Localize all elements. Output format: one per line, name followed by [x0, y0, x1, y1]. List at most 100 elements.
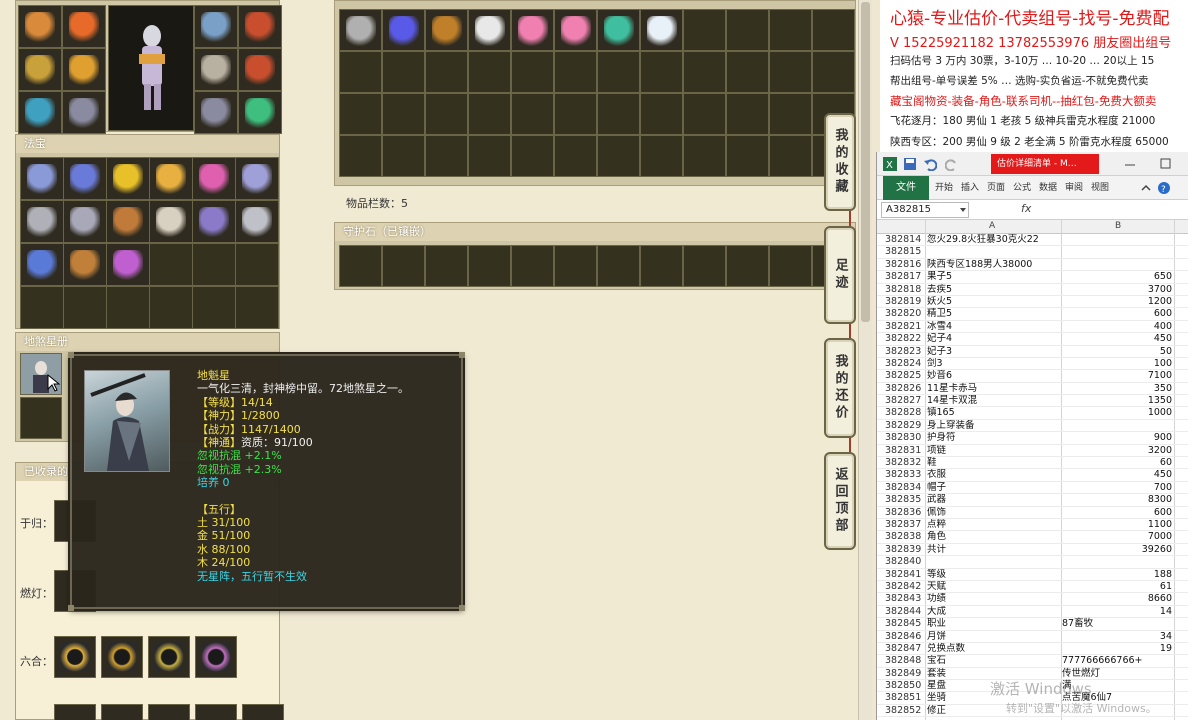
cell-b[interactable]: 87畜牧 — [1062, 618, 1172, 630]
row-number[interactable]: 382835 — [885, 494, 925, 506]
bag-slot[interactable] — [511, 9, 554, 51]
name-box[interactable]: A382815 — [881, 202, 969, 218]
cell-a[interactable]: 共计 — [927, 544, 1061, 556]
tab-my-collection[interactable]: 我的收藏 — [824, 113, 856, 211]
fabao-slot[interactable] — [63, 200, 107, 243]
cell-b[interactable]: 600 — [1062, 507, 1172, 519]
tab-formulas[interactable]: 公式 — [1013, 176, 1031, 200]
cell-a[interactable]: 14星卡双混 — [927, 395, 1061, 407]
liuhe-item-2[interactable] — [101, 636, 143, 678]
cell-a[interactable]: 鞋 — [927, 457, 1061, 469]
bag-slot[interactable] — [468, 9, 511, 51]
cell-b[interactable]: 19 — [1062, 643, 1172, 655]
bottom-item-3[interactable] — [148, 704, 190, 720]
row-number[interactable]: 382833 — [885, 469, 925, 481]
equipment-slot[interactable] — [238, 48, 282, 91]
row-number[interactable]: 382818 — [885, 284, 925, 296]
bag-slot[interactable] — [554, 9, 597, 51]
tab-data[interactable]: 数据 — [1039, 176, 1057, 200]
cell-b[interactable]: 8660 — [1062, 593, 1172, 605]
cell-a[interactable]: 兑换点数 — [927, 643, 1061, 655]
tab-my-bargain[interactable]: 我的还价 — [824, 338, 856, 438]
row-number[interactable]: 382846 — [885, 631, 925, 643]
row-number[interactable]: 382840 — [885, 556, 925, 568]
cell-b[interactable]: 61 — [1062, 581, 1172, 593]
cell-a[interactable]: 功绩 — [927, 593, 1061, 605]
liuhe-item-3[interactable] — [148, 636, 190, 678]
row-number[interactable]: 382814 — [885, 234, 925, 246]
cell-a[interactable]: 衣服 — [927, 469, 1061, 481]
tab-file[interactable]: 文件 — [883, 176, 929, 200]
fabao-slot[interactable] — [149, 157, 193, 200]
column-header-a[interactable]: A — [989, 221, 995, 231]
cell-a[interactable]: 冰雪4 — [927, 321, 1061, 333]
cell-a[interactable]: 宝石 — [927, 655, 1061, 667]
equipment-slot[interactable] — [194, 48, 238, 91]
row-number[interactable]: 382845 — [885, 618, 925, 630]
row-number[interactable]: 382834 — [885, 482, 925, 494]
row-number[interactable]: 382837 — [885, 519, 925, 531]
cell-a[interactable]: 妙音6 — [927, 370, 1061, 382]
fx-icon[interactable]: fx — [1021, 202, 1031, 215]
cell-b[interactable]: 188 — [1062, 569, 1172, 581]
cell-a[interactable]: 11星卡赤马 — [927, 383, 1061, 395]
bottom-item-1[interactable] — [54, 704, 96, 720]
cell-b[interactable]: 900 — [1062, 432, 1172, 444]
cell-a[interactable]: 帽子 — [927, 482, 1061, 494]
tab-footprint[interactable]: 足迹 — [824, 226, 856, 324]
cell-b[interactable]: 14 — [1062, 606, 1172, 618]
column-header-b[interactable]: B — [1115, 221, 1121, 231]
cell-b[interactable]: 700 — [1062, 482, 1172, 494]
cell-b[interactable]: 1100 — [1062, 519, 1172, 531]
tab-view[interactable]: 视图 — [1091, 176, 1109, 200]
cell-a[interactable]: 妃子3 — [927, 346, 1061, 358]
save-icon[interactable] — [903, 157, 917, 171]
scrollbar-thumb[interactable] — [861, 2, 870, 322]
cell-a[interactable]: 点粹 — [927, 519, 1061, 531]
cell-a[interactable]: 大成 — [927, 606, 1061, 618]
fabao-slot[interactable] — [20, 200, 64, 243]
cell-b[interactable]: 777766666766+ — [1062, 655, 1172, 667]
fabao-slot[interactable] — [63, 157, 107, 200]
fabao-slot[interactable] — [20, 157, 64, 200]
row-number[interactable]: 382848 — [885, 655, 925, 667]
cell-b[interactable]: 1350 — [1062, 395, 1172, 407]
row-number[interactable]: 382826 — [885, 383, 925, 395]
row-number[interactable]: 382820 — [885, 308, 925, 320]
chevron-down-icon[interactable] — [959, 206, 967, 214]
cell-a[interactable]: 月饼 — [927, 631, 1061, 643]
equipment-slot[interactable] — [194, 5, 238, 48]
cell-a[interactable]: 忽火29.8火狂暴30克火22 — [927, 234, 1061, 246]
cell-a[interactable]: 精卫5 — [927, 308, 1061, 320]
cell-b[interactable]: 1200 — [1062, 296, 1172, 308]
row-number[interactable]: 382852 — [885, 705, 925, 717]
equipment-slot[interactable] — [194, 91, 238, 134]
cell-a[interactable]: 护身符 — [927, 432, 1061, 444]
cell-a[interactable]: 镇165 — [927, 407, 1061, 419]
fabao-slot[interactable] — [106, 157, 150, 200]
bottom-item-4[interactable] — [195, 704, 237, 720]
tab-back-to-top[interactable]: 返回顶部 — [824, 452, 856, 550]
cell-b[interactable]: 1000 — [1062, 407, 1172, 419]
row-number[interactable]: 382824 — [885, 358, 925, 370]
cell-b[interactable]: 39260 — [1062, 544, 1172, 556]
tab-insert[interactable]: 插入 — [961, 176, 979, 200]
cell-b[interactable]: 100 — [1062, 358, 1172, 370]
redo-icon[interactable] — [945, 157, 959, 171]
bottom-item-5[interactable] — [242, 704, 284, 720]
row-number[interactable]: 382844 — [885, 606, 925, 618]
row-number[interactable]: 382822 — [885, 333, 925, 345]
fabao-slot[interactable] — [235, 157, 279, 200]
fabao-slot[interactable] — [20, 243, 64, 286]
cell-a[interactable]: 天赋 — [927, 581, 1061, 593]
row-number[interactable]: 382816 — [885, 259, 925, 271]
bag-slot[interactable] — [339, 9, 382, 51]
cell-b[interactable]: 400 — [1062, 321, 1172, 333]
row-number[interactable]: 382847 — [885, 643, 925, 655]
cell-b[interactable]: 7100 — [1062, 370, 1172, 382]
tab-home[interactable]: 开始 — [935, 176, 953, 200]
cell-a[interactable]: 职业 — [927, 618, 1061, 630]
fabao-slot[interactable] — [235, 200, 279, 243]
row-number[interactable]: 382817 — [885, 271, 925, 283]
page-scrollbar[interactable] — [858, 0, 872, 720]
